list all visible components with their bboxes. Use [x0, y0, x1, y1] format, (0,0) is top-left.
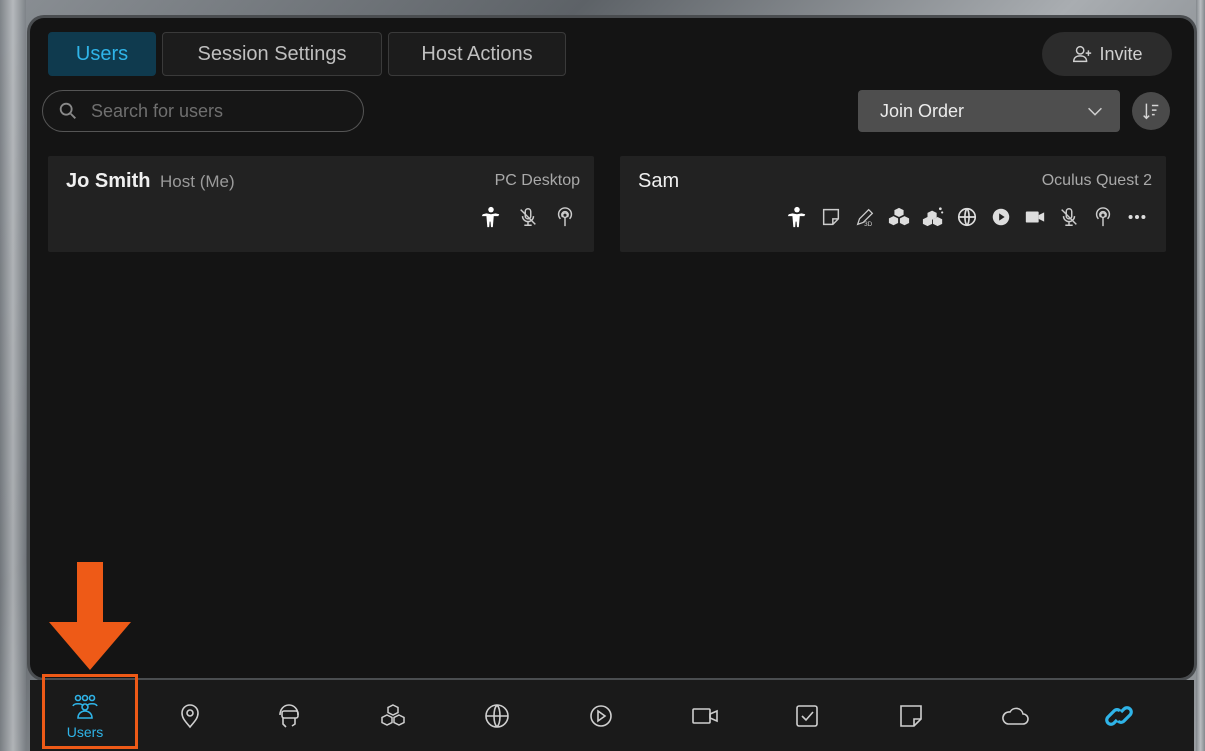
nav-video[interactable]	[660, 680, 750, 751]
user-status-icons	[480, 206, 576, 228]
mic-muted-icon[interactable]	[1058, 206, 1080, 228]
nav-notes[interactable]	[866, 680, 956, 751]
globe-icon[interactable]	[956, 206, 978, 228]
user-status-icons: 3D	[786, 206, 1148, 228]
sort-order-value: Join Order	[880, 100, 965, 121]
chevron-down-icon	[1084, 100, 1106, 122]
user-name: Jo Smith	[66, 170, 151, 192]
nav-media[interactable]	[556, 680, 646, 751]
users-panel: Users Session Settings Host Actions Invi…	[30, 18, 1194, 678]
checkbox-icon	[796, 704, 818, 727]
globe-icon	[485, 703, 509, 728]
cloud-icon	[1002, 707, 1029, 725]
nav-objects[interactable]	[348, 680, 438, 751]
tab-users[interactable]: Users	[48, 32, 156, 76]
nav-avatar[interactable]	[244, 680, 334, 751]
cubes-icon[interactable]	[888, 206, 910, 228]
avatar-icon[interactable]	[480, 206, 502, 228]
user-card[interactable]: Jo Smith Host (Me) PC Desktop	[48, 156, 594, 252]
nav-link[interactable]	[1074, 680, 1164, 751]
play-icon	[590, 704, 612, 727]
callout-arrow-icon	[49, 562, 131, 670]
bottom-toolbar: Users	[30, 680, 1194, 751]
sticky-note-icon	[900, 704, 922, 727]
svg-text:3D: 3D	[864, 221, 873, 228]
tab-session-settings[interactable]: Session Settings	[162, 32, 382, 76]
search-input[interactable]	[89, 99, 343, 123]
user-device: PC Desktop	[494, 172, 580, 189]
user-name-row: Sam	[638, 170, 679, 193]
user-name-row: Jo Smith Host (Me)	[66, 170, 235, 193]
headset-icon	[279, 703, 299, 728]
background-scenery	[0, 0, 26, 751]
mic-muted-icon[interactable]	[517, 206, 539, 228]
video-icon[interactable]	[1024, 206, 1046, 228]
sticky-note-icon[interactable]	[820, 206, 842, 228]
sort-order-select[interactable]: Join Order	[858, 90, 1120, 132]
tab-host-actions[interactable]: Host Actions	[388, 32, 566, 76]
video-icon	[692, 707, 718, 724]
user-card[interactable]: Sam Oculus Quest 2 3D	[620, 156, 1166, 252]
user-device: Oculus Quest 2	[1041, 172, 1152, 189]
play-icon[interactable]	[990, 206, 1012, 228]
user-role: Host (Me)	[160, 172, 235, 191]
pen-3d-icon[interactable]: 3D	[854, 206, 876, 228]
cubes-share-icon[interactable]	[922, 206, 944, 228]
user-name: Sam	[638, 170, 680, 192]
cubes-icon	[381, 703, 405, 726]
nav-locations[interactable]	[145, 680, 235, 751]
link-icon	[1105, 705, 1133, 726]
avatar-icon[interactable]	[786, 206, 808, 228]
nav-environments[interactable]	[452, 680, 542, 751]
broadcast-icon[interactable]	[1092, 206, 1114, 228]
highlight-frame	[42, 674, 138, 749]
invite-label: Invite	[1099, 43, 1143, 64]
nav-cloud[interactable]	[970, 680, 1060, 751]
add-user-icon	[1071, 43, 1093, 65]
invite-button[interactable]: Invite	[1042, 32, 1172, 76]
more-icon[interactable]	[1126, 206, 1148, 228]
sort-icon	[1140, 100, 1162, 122]
search-icon	[57, 100, 79, 122]
sort-direction-button[interactable]	[1132, 92, 1170, 130]
search-box[interactable]	[42, 90, 364, 132]
location-pin-icon	[181, 703, 199, 728]
background-scenery-right	[1196, 0, 1205, 751]
nav-tasks[interactable]	[762, 680, 852, 751]
broadcast-icon[interactable]	[554, 206, 576, 228]
